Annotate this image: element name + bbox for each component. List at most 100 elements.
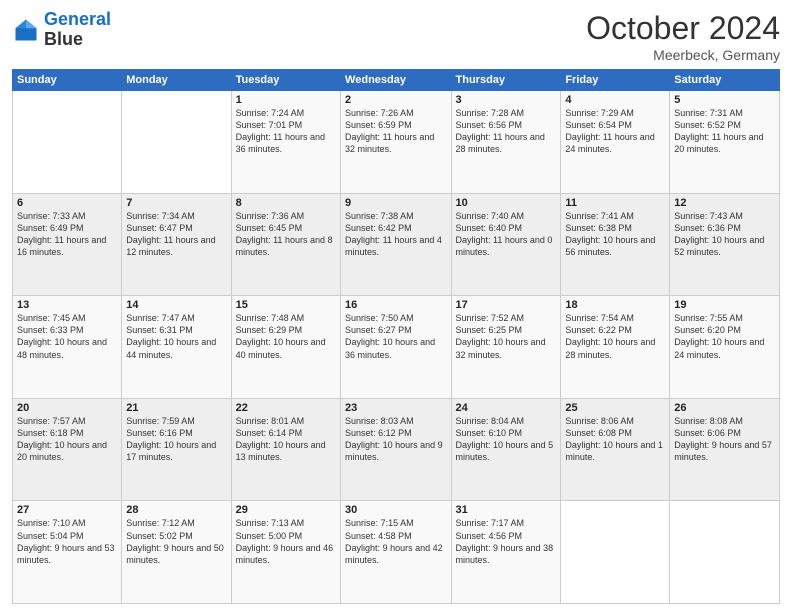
calendar-header-row: Sunday Monday Tuesday Wednesday Thursday…	[13, 70, 780, 91]
day-number: 11	[565, 197, 665, 209]
day-number: 4	[565, 94, 665, 106]
table-row: 16Sunrise: 7:50 AM Sunset: 6:27 PM Dayli…	[341, 296, 451, 399]
day-info: Sunrise: 7:55 AM Sunset: 6:20 PM Dayligh…	[674, 312, 775, 361]
col-saturday: Saturday	[670, 70, 780, 91]
month-title: October 2024	[586, 10, 780, 47]
day-info: Sunrise: 7:13 AM Sunset: 5:00 PM Dayligh…	[236, 517, 336, 566]
table-row: 30Sunrise: 7:15 AM Sunset: 4:58 PM Dayli…	[341, 501, 451, 604]
day-info: Sunrise: 8:06 AM Sunset: 6:08 PM Dayligh…	[565, 415, 665, 464]
day-number: 5	[674, 94, 775, 106]
table-row: 29Sunrise: 7:13 AM Sunset: 5:00 PM Dayli…	[231, 501, 340, 604]
table-row: 10Sunrise: 7:40 AM Sunset: 6:40 PM Dayli…	[451, 193, 561, 296]
day-number: 8	[236, 197, 336, 209]
day-info: Sunrise: 7:12 AM Sunset: 5:02 PM Dayligh…	[126, 517, 226, 566]
table-row: 26Sunrise: 8:08 AM Sunset: 6:06 PM Dayli…	[670, 398, 780, 501]
day-info: Sunrise: 7:48 AM Sunset: 6:29 PM Dayligh…	[236, 312, 336, 361]
col-monday: Monday	[122, 70, 231, 91]
table-row: 1Sunrise: 7:24 AM Sunset: 7:01 PM Daylig…	[231, 91, 340, 194]
table-row: 11Sunrise: 7:41 AM Sunset: 6:38 PM Dayli…	[561, 193, 670, 296]
table-row: 2Sunrise: 7:26 AM Sunset: 6:59 PM Daylig…	[341, 91, 451, 194]
day-info: Sunrise: 7:52 AM Sunset: 6:25 PM Dayligh…	[456, 312, 557, 361]
day-info: Sunrise: 7:57 AM Sunset: 6:18 PM Dayligh…	[17, 415, 117, 464]
day-number: 22	[236, 402, 336, 414]
table-row: 24Sunrise: 8:04 AM Sunset: 6:10 PM Dayli…	[451, 398, 561, 501]
table-row	[13, 91, 122, 194]
day-number: 19	[674, 299, 775, 311]
calendar-week-row: 13Sunrise: 7:45 AM Sunset: 6:33 PM Dayli…	[13, 296, 780, 399]
day-info: Sunrise: 7:54 AM Sunset: 6:22 PM Dayligh…	[565, 312, 665, 361]
day-info: Sunrise: 7:31 AM Sunset: 6:52 PM Dayligh…	[674, 107, 775, 156]
day-number: 1	[236, 94, 336, 106]
day-info: Sunrise: 7:47 AM Sunset: 6:31 PM Dayligh…	[126, 312, 226, 361]
day-info: Sunrise: 7:43 AM Sunset: 6:36 PM Dayligh…	[674, 210, 775, 259]
day-number: 13	[17, 299, 117, 311]
table-row: 7Sunrise: 7:34 AM Sunset: 6:47 PM Daylig…	[122, 193, 231, 296]
day-number: 15	[236, 299, 336, 311]
day-number: 27	[17, 504, 117, 516]
day-info: Sunrise: 7:15 AM Sunset: 4:58 PM Dayligh…	[345, 517, 446, 566]
calendar-week-row: 27Sunrise: 7:10 AM Sunset: 5:04 PM Dayli…	[13, 501, 780, 604]
logo-icon	[12, 16, 40, 44]
table-row	[670, 501, 780, 604]
day-info: Sunrise: 7:45 AM Sunset: 6:33 PM Dayligh…	[17, 312, 117, 361]
table-row: 15Sunrise: 7:48 AM Sunset: 6:29 PM Dayli…	[231, 296, 340, 399]
calendar-week-row: 6Sunrise: 7:33 AM Sunset: 6:49 PM Daylig…	[13, 193, 780, 296]
day-number: 9	[345, 197, 446, 209]
location-title: Meerbeck, Germany	[586, 47, 780, 63]
table-row	[561, 501, 670, 604]
page: General Blue October 2024 Meerbeck, Germ…	[0, 0, 792, 612]
calendar-week-row: 1Sunrise: 7:24 AM Sunset: 7:01 PM Daylig…	[13, 91, 780, 194]
day-info: Sunrise: 7:10 AM Sunset: 5:04 PM Dayligh…	[17, 517, 117, 566]
day-info: Sunrise: 7:24 AM Sunset: 7:01 PM Dayligh…	[236, 107, 336, 156]
table-row: 25Sunrise: 8:06 AM Sunset: 6:08 PM Dayli…	[561, 398, 670, 501]
logo: General Blue	[12, 10, 111, 50]
table-row: 13Sunrise: 7:45 AM Sunset: 6:33 PM Dayli…	[13, 296, 122, 399]
table-row: 6Sunrise: 7:33 AM Sunset: 6:49 PM Daylig…	[13, 193, 122, 296]
day-info: Sunrise: 7:33 AM Sunset: 6:49 PM Dayligh…	[17, 210, 117, 259]
day-info: Sunrise: 7:40 AM Sunset: 6:40 PM Dayligh…	[456, 210, 557, 259]
table-row: 23Sunrise: 8:03 AM Sunset: 6:12 PM Dayli…	[341, 398, 451, 501]
calendar-week-row: 20Sunrise: 7:57 AM Sunset: 6:18 PM Dayli…	[13, 398, 780, 501]
table-row: 8Sunrise: 7:36 AM Sunset: 6:45 PM Daylig…	[231, 193, 340, 296]
day-number: 12	[674, 197, 775, 209]
day-number: 17	[456, 299, 557, 311]
table-row	[122, 91, 231, 194]
day-info: Sunrise: 7:59 AM Sunset: 6:16 PM Dayligh…	[126, 415, 226, 464]
day-number: 6	[17, 197, 117, 209]
day-info: Sunrise: 8:08 AM Sunset: 6:06 PM Dayligh…	[674, 415, 775, 464]
logo-text: General Blue	[44, 10, 111, 50]
day-number: 20	[17, 402, 117, 414]
day-info: Sunrise: 7:41 AM Sunset: 6:38 PM Dayligh…	[565, 210, 665, 259]
day-number: 26	[674, 402, 775, 414]
day-info: Sunrise: 7:26 AM Sunset: 6:59 PM Dayligh…	[345, 107, 446, 156]
table-row: 28Sunrise: 7:12 AM Sunset: 5:02 PM Dayli…	[122, 501, 231, 604]
table-row: 18Sunrise: 7:54 AM Sunset: 6:22 PM Dayli…	[561, 296, 670, 399]
table-row: 19Sunrise: 7:55 AM Sunset: 6:20 PM Dayli…	[670, 296, 780, 399]
table-row: 4Sunrise: 7:29 AM Sunset: 6:54 PM Daylig…	[561, 91, 670, 194]
day-info: Sunrise: 8:04 AM Sunset: 6:10 PM Dayligh…	[456, 415, 557, 464]
day-number: 16	[345, 299, 446, 311]
calendar: Sunday Monday Tuesday Wednesday Thursday…	[12, 69, 780, 604]
title-block: October 2024 Meerbeck, Germany	[586, 10, 780, 63]
table-row: 5Sunrise: 7:31 AM Sunset: 6:52 PM Daylig…	[670, 91, 780, 194]
day-info: Sunrise: 7:28 AM Sunset: 6:56 PM Dayligh…	[456, 107, 557, 156]
col-wednesday: Wednesday	[341, 70, 451, 91]
col-friday: Friday	[561, 70, 670, 91]
table-row: 3Sunrise: 7:28 AM Sunset: 6:56 PM Daylig…	[451, 91, 561, 194]
day-info: Sunrise: 7:17 AM Sunset: 4:56 PM Dayligh…	[456, 517, 557, 566]
day-number: 2	[345, 94, 446, 106]
day-number: 14	[126, 299, 226, 311]
day-info: Sunrise: 8:01 AM Sunset: 6:14 PM Dayligh…	[236, 415, 336, 464]
day-number: 3	[456, 94, 557, 106]
table-row: 27Sunrise: 7:10 AM Sunset: 5:04 PM Dayli…	[13, 501, 122, 604]
day-number: 7	[126, 197, 226, 209]
col-sunday: Sunday	[13, 70, 122, 91]
table-row: 20Sunrise: 7:57 AM Sunset: 6:18 PM Dayli…	[13, 398, 122, 501]
day-number: 31	[456, 504, 557, 516]
day-number: 10	[456, 197, 557, 209]
day-info: Sunrise: 7:29 AM Sunset: 6:54 PM Dayligh…	[565, 107, 665, 156]
table-row: 17Sunrise: 7:52 AM Sunset: 6:25 PM Dayli…	[451, 296, 561, 399]
table-row: 14Sunrise: 7:47 AM Sunset: 6:31 PM Dayli…	[122, 296, 231, 399]
table-row: 22Sunrise: 8:01 AM Sunset: 6:14 PM Dayli…	[231, 398, 340, 501]
day-info: Sunrise: 7:38 AM Sunset: 6:42 PM Dayligh…	[345, 210, 446, 259]
